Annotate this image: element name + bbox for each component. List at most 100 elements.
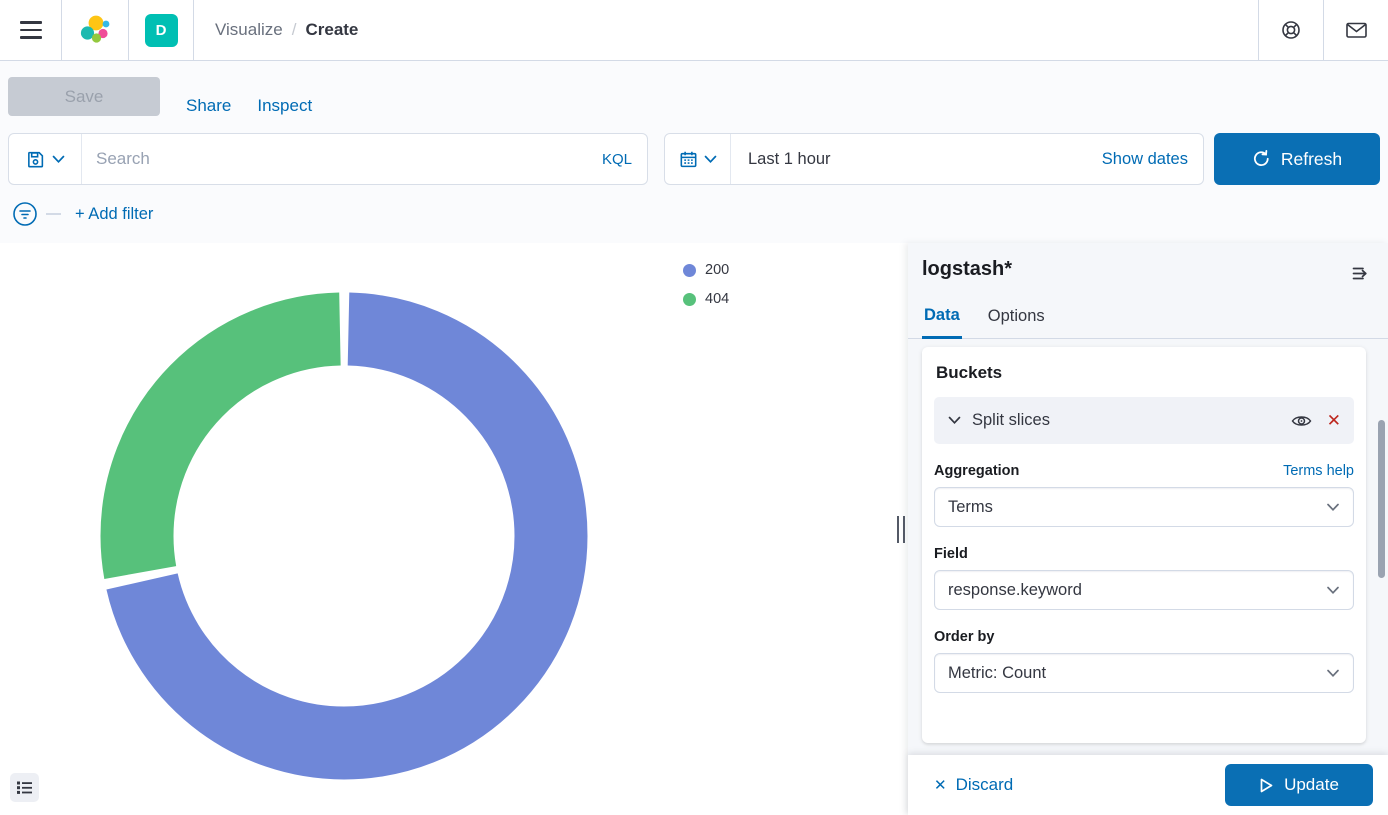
- field-label: Field: [934, 546, 968, 562]
- date-picker-group: Last 1 hour Show dates: [664, 133, 1204, 185]
- legend-label: 200: [705, 262, 729, 278]
- discard-button[interactable]: ✕ Discard: [934, 775, 1013, 795]
- share-button[interactable]: Share: [186, 96, 231, 116]
- kibana-app: D Visualize / Create: [0, 0, 1388, 815]
- show-dates-link[interactable]: Show dates: [1102, 150, 1203, 169]
- help-button[interactable]: [1259, 0, 1323, 60]
- refresh-button[interactable]: Refresh: [1214, 133, 1380, 185]
- time-range-value[interactable]: Last 1 hour: [748, 150, 831, 169]
- panel-scrollbar-thumb[interactable]: [1378, 420, 1385, 578]
- tab-options[interactable]: Options: [986, 306, 1047, 338]
- field-head: Field: [934, 546, 1354, 562]
- order-by-head: Order by: [934, 629, 1354, 645]
- search-input[interactable]: [82, 134, 587, 184]
- legend-label: 404: [705, 291, 729, 307]
- hamburger-icon: [20, 21, 42, 24]
- inspect-button[interactable]: Inspect: [257, 96, 312, 116]
- toggle-visibility-button[interactable]: [1291, 413, 1312, 429]
- list-icon: [16, 779, 33, 796]
- close-icon: ✕: [934, 776, 947, 794]
- space-avatar-button[interactable]: D: [129, 0, 193, 60]
- save-button[interactable]: Save: [8, 77, 160, 116]
- breadcrumb: Visualize / Create: [194, 0, 358, 60]
- chevron-down-icon: [1326, 586, 1340, 595]
- mail-icon: [1345, 20, 1368, 40]
- legend-item-404[interactable]: 404: [683, 291, 729, 307]
- filter-dash: [46, 213, 61, 215]
- field-value: response.keyword: [948, 581, 1082, 600]
- newsfeed-button[interactable]: [1324, 0, 1388, 60]
- aggregation-select[interactable]: Terms: [934, 487, 1354, 527]
- header-left: D Visualize / Create: [0, 0, 358, 60]
- save-query-icon: [26, 150, 45, 169]
- eye-icon: [1291, 413, 1312, 429]
- date-quick-select-button[interactable]: [665, 134, 731, 184]
- main-content: 200 404 logstash*: [0, 243, 1388, 815]
- aggregation-group: Aggregation Terms help Terms: [934, 463, 1354, 527]
- saved-query-button[interactable]: [9, 134, 82, 184]
- panel-tabs: Data Options: [908, 306, 1388, 339]
- split-slices-label: Split slices: [972, 411, 1050, 430]
- discard-label: Discard: [956, 775, 1014, 795]
- filter-options-button[interactable]: [12, 201, 38, 227]
- order-by-value: Metric: Count: [948, 664, 1046, 683]
- query-bar: KQL Last 1 hour Show dates: [0, 133, 1388, 185]
- breadcrumb-separator: /: [292, 20, 297, 40]
- terms-help-link[interactable]: Terms help: [1283, 463, 1354, 479]
- kql-button[interactable]: KQL: [587, 134, 647, 184]
- remove-bucket-button[interactable]: ✕: [1327, 412, 1341, 429]
- panel-action-bar: ✕ Discard Update: [908, 755, 1388, 815]
- toolbar-row: Save Share Inspect: [0, 61, 1388, 133]
- buckets-title: Buckets: [936, 363, 1354, 383]
- panel-resize-handle[interactable]: [897, 516, 905, 543]
- header-right: [1258, 0, 1388, 60]
- split-slices-accordion[interactable]: Split slices ✕: [934, 397, 1354, 444]
- field-select[interactable]: response.keyword: [934, 570, 1354, 610]
- order-by-group: Order by Metric: Count: [934, 629, 1354, 693]
- refresh-icon: [1252, 150, 1271, 169]
- update-button[interactable]: Update: [1225, 764, 1373, 806]
- chevron-down-icon: [52, 155, 65, 164]
- menu-hamburger-button[interactable]: [0, 0, 61, 60]
- field-group: Field response.keyword: [934, 546, 1354, 610]
- chevron-down-icon: [948, 416, 961, 425]
- donut-chart: [94, 286, 594, 786]
- tab-data[interactable]: Data: [922, 306, 962, 339]
- panel-body: Buckets Split slices: [908, 339, 1388, 755]
- chart-legend: 200 404: [683, 262, 729, 307]
- elastic-logo-icon: [79, 14, 111, 46]
- elastic-logo-button[interactable]: [62, 0, 128, 60]
- legend-toggle-button[interactable]: [10, 773, 39, 802]
- buckets-card: Buckets Split slices: [922, 347, 1366, 743]
- order-by-label: Order by: [934, 629, 994, 645]
- data-config-panel: logstash* Data Options Buckets: [908, 243, 1388, 815]
- top-header: D Visualize / Create: [0, 0, 1388, 61]
- space-avatar: D: [145, 14, 178, 47]
- nav-band: Save Share Inspect KQL: [0, 61, 1388, 243]
- search-group: KQL: [8, 133, 648, 185]
- accordion-actions: ✕: [1291, 412, 1341, 429]
- refresh-label: Refresh: [1281, 149, 1342, 170]
- legend-dot-404: [683, 293, 696, 306]
- order-by-select[interactable]: Metric: Count: [934, 653, 1354, 693]
- update-label: Update: [1284, 775, 1339, 795]
- filter-icon: [12, 201, 38, 227]
- legend-item-200[interactable]: 200: [683, 262, 729, 278]
- add-filter-link[interactable]: + Add filter: [75, 205, 153, 224]
- aggregation-head: Aggregation Terms help: [934, 463, 1354, 479]
- aggregation-label: Aggregation: [934, 463, 1019, 479]
- menu-right-icon: [1351, 264, 1370, 283]
- chevron-down-icon: [1326, 669, 1340, 678]
- help-icon: [1280, 19, 1302, 41]
- breadcrumb-visualize[interactable]: Visualize: [215, 20, 283, 40]
- breadcrumb-create: Create: [305, 20, 358, 40]
- play-icon: [1259, 777, 1274, 794]
- legend-dot-200: [683, 264, 696, 277]
- chevron-down-icon: [1326, 503, 1340, 512]
- filter-bar: + Add filter: [0, 185, 1388, 243]
- collapse-panel-button[interactable]: [1349, 258, 1372, 292]
- chevron-down-icon: [704, 155, 717, 164]
- panel-header: logstash*: [908, 243, 1388, 292]
- aggregation-value: Terms: [948, 498, 993, 517]
- visualization-area: 200 404: [0, 243, 908, 815]
